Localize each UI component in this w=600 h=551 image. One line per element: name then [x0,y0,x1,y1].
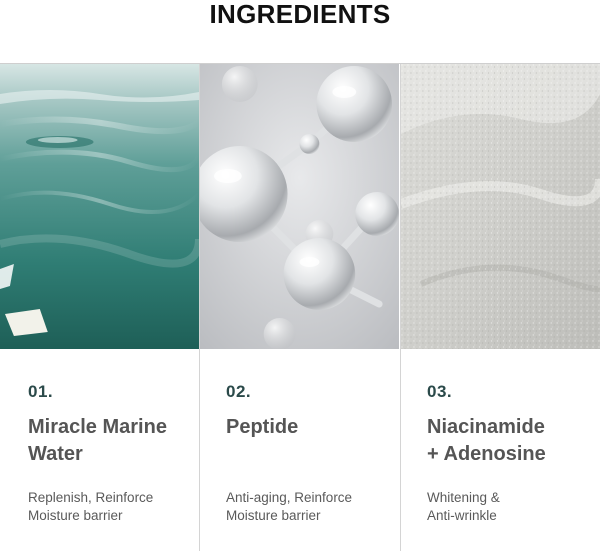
ingredient-number: 02. [226,382,252,401]
ingredient-description-line: Anti-wrinkle [427,508,497,523]
ingredient-description: Whitening & Anti-wrinkle [427,489,597,525]
ingredient-description-line: Moisture barrier [226,508,321,523]
ingredient-name: Miracle Marine Water [28,414,198,468]
ingredient-name: Niacinamide + Adenosine [427,414,597,468]
column-divider [199,64,200,551]
ingredient-name-line: Miracle Marine [28,416,167,438]
powder-image [401,64,600,349]
ingredient-name: Peptide [226,414,396,441]
ocean-water-image [0,64,199,349]
page-title: INGREDIENTS [209,0,391,29]
ingredient-name-line: + Adenosine [427,443,546,465]
ingredient-card-marine-water: 01. Miracle Marine Water Replenish, Rein… [0,64,199,551]
ingredient-name-line: Niacinamide [427,416,545,438]
ingredients-grid: 01. Miracle Marine Water Replenish, Rein… [0,64,600,551]
ingredient-name-line: Water [28,443,83,465]
column-divider [400,64,401,551]
ingredient-description: Replenish, Reinforce Moisture barrier [28,489,198,525]
ingredient-description: Anti-aging, Reinforce Moisture barrier [226,489,396,525]
ingredient-name-line: Peptide [226,416,299,438]
ingredient-card-peptide: 02. Peptide Anti-aging, Reinforce Moistu… [200,64,399,551]
molecule-image [200,64,399,349]
ingredient-card-niacinamide-adenosine: 03. Niacinamide + Adenosine Whitening & … [401,64,600,551]
ingredient-number: 01. [28,382,54,401]
ingredient-description-line: Whitening & [427,490,500,505]
ingredient-description-line: Moisture barrier [28,508,123,523]
ingredient-description-line: Replenish, Reinforce [28,490,154,505]
ingredient-description-line: Anti-aging, Reinforce [226,490,353,505]
ingredient-number: 03. [427,382,453,401]
